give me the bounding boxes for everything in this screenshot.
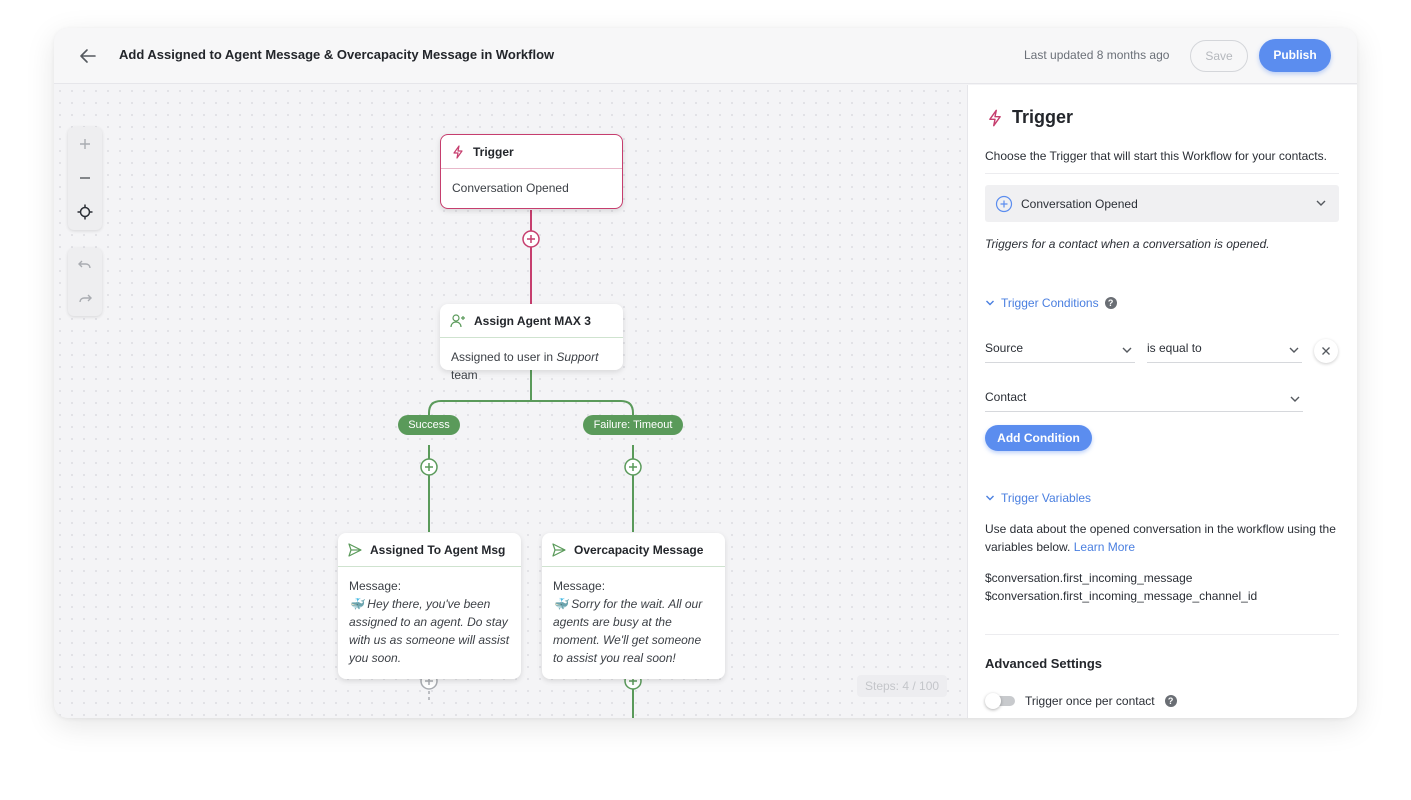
failure-branch-label: Failure: Timeout [583, 415, 683, 435]
help-icon[interactable]: ? [1164, 695, 1177, 707]
variable-item: $conversation.first_incoming_message_cha… [985, 589, 1258, 603]
help-icon[interactable]: ? [1104, 297, 1117, 309]
trigger-note: Triggers for a contact when a conversati… [985, 237, 1270, 251]
variable-item: $conversation.first_incoming_message [985, 571, 1193, 585]
overcapacity-message-node-header: Overcapacity Message [542, 533, 725, 567]
add-step-icon[interactable] [624, 458, 642, 476]
condition-operator-select[interactable]: is equal to [1147, 341, 1302, 363]
assign-agent-node-title: Assign Agent MAX 3 [474, 313, 591, 328]
trigger-once-label: Trigger once per contact [1025, 694, 1155, 708]
assigned-message-node-title: Assigned To Agent Msg [370, 542, 506, 557]
chevron-down-icon [1122, 347, 1132, 353]
chevron-down-icon [1290, 396, 1300, 402]
trigger-once-row: Trigger once per contact ? [985, 693, 1177, 709]
send-icon [552, 542, 566, 557]
assigned-message-node-body: Message: 🐳 Hey there, you've been assign… [349, 579, 510, 665]
trigger-settings-panel: Trigger Choose the Trigger that will sta… [967, 85, 1357, 718]
overcapacity-message-node-body: Message: 🐳 Sorry for the wait. All our a… [553, 579, 703, 665]
divider [985, 634, 1339, 635]
trigger-conditions-toggle[interactable]: Trigger Conditions ? [985, 296, 1117, 310]
assign-agent-node[interactable]: Assign Agent MAX 3 Assigned to user in S… [440, 304, 623, 382]
chat-plus-icon [995, 195, 1013, 212]
overcapacity-message-node-title: Overcapacity Message [574, 542, 704, 557]
remove-condition-button[interactable] [1314, 339, 1338, 363]
chevron-down-icon [1289, 347, 1299, 353]
panel-title: Trigger [986, 107, 1073, 128]
panel-description: Choose the Trigger that will start this … [985, 149, 1327, 163]
steps-counter: Steps: 4 / 100 [857, 675, 948, 697]
save-button[interactable]: Save [1190, 40, 1248, 72]
header: Add Assigned to Agent Message & Overcapa… [54, 28, 1357, 84]
workflow-canvas[interactable]: Trigger Conversation Opened Assign Agent… [54, 85, 966, 718]
assigned-message-node[interactable]: Assigned To Agent Msg Message: 🐳 Hey the… [338, 533, 521, 679]
assigned-message-node-header: Assigned To Agent Msg [338, 533, 521, 567]
user-add-icon [450, 313, 465, 327]
trigger-node-header: Trigger [441, 135, 622, 169]
variables-description: Use data about the opened conversation i… [985, 522, 1336, 554]
condition-field-select[interactable]: Source [985, 341, 1135, 363]
workflow-window: Add Assigned to Agent Message & Overcapa… [54, 28, 1357, 718]
chevron-down-icon [986, 495, 994, 501]
add-condition-button[interactable]: Add Condition [985, 425, 1092, 451]
trigger-node-body: Conversation Opened [452, 181, 569, 195]
trigger-node[interactable]: Trigger Conversation Opened [440, 134, 623, 209]
advanced-settings-title: Advanced Settings [985, 656, 1103, 671]
trigger-node-title: Trigger [473, 144, 514, 159]
trigger-type-select[interactable]: Conversation Opened [985, 185, 1339, 222]
chevron-down-icon [986, 300, 994, 306]
trigger-once-toggle[interactable] [985, 693, 1015, 709]
publish-button[interactable]: Publish [1259, 39, 1331, 72]
assign-agent-node-header: Assign Agent MAX 3 [440, 304, 623, 338]
last-updated-text: Last updated 8 months ago [1024, 48, 1170, 62]
add-step-icon[interactable] [522, 230, 540, 248]
success-branch-label: Success [398, 415, 460, 435]
lightning-icon [453, 144, 463, 159]
condition-value-select[interactable]: Contact [985, 390, 1303, 412]
back-arrow-icon[interactable] [76, 44, 100, 68]
assign-agent-node-body: Assigned to user in Support team [451, 350, 599, 382]
send-icon [348, 542, 362, 557]
divider [985, 173, 1339, 174]
lightning-icon [989, 109, 1001, 126]
chevron-down-icon [1316, 200, 1326, 206]
learn-more-link[interactable]: Learn More [1074, 540, 1135, 554]
close-icon [1322, 347, 1330, 355]
overcapacity-message-node[interactable]: Overcapacity Message Message: 🐳 Sorry fo… [542, 533, 725, 679]
add-step-icon[interactable] [420, 458, 438, 476]
page-title: Add Assigned to Agent Message & Overcapa… [119, 47, 555, 62]
trigger-variables-toggle[interactable]: Trigger Variables [985, 491, 1091, 505]
